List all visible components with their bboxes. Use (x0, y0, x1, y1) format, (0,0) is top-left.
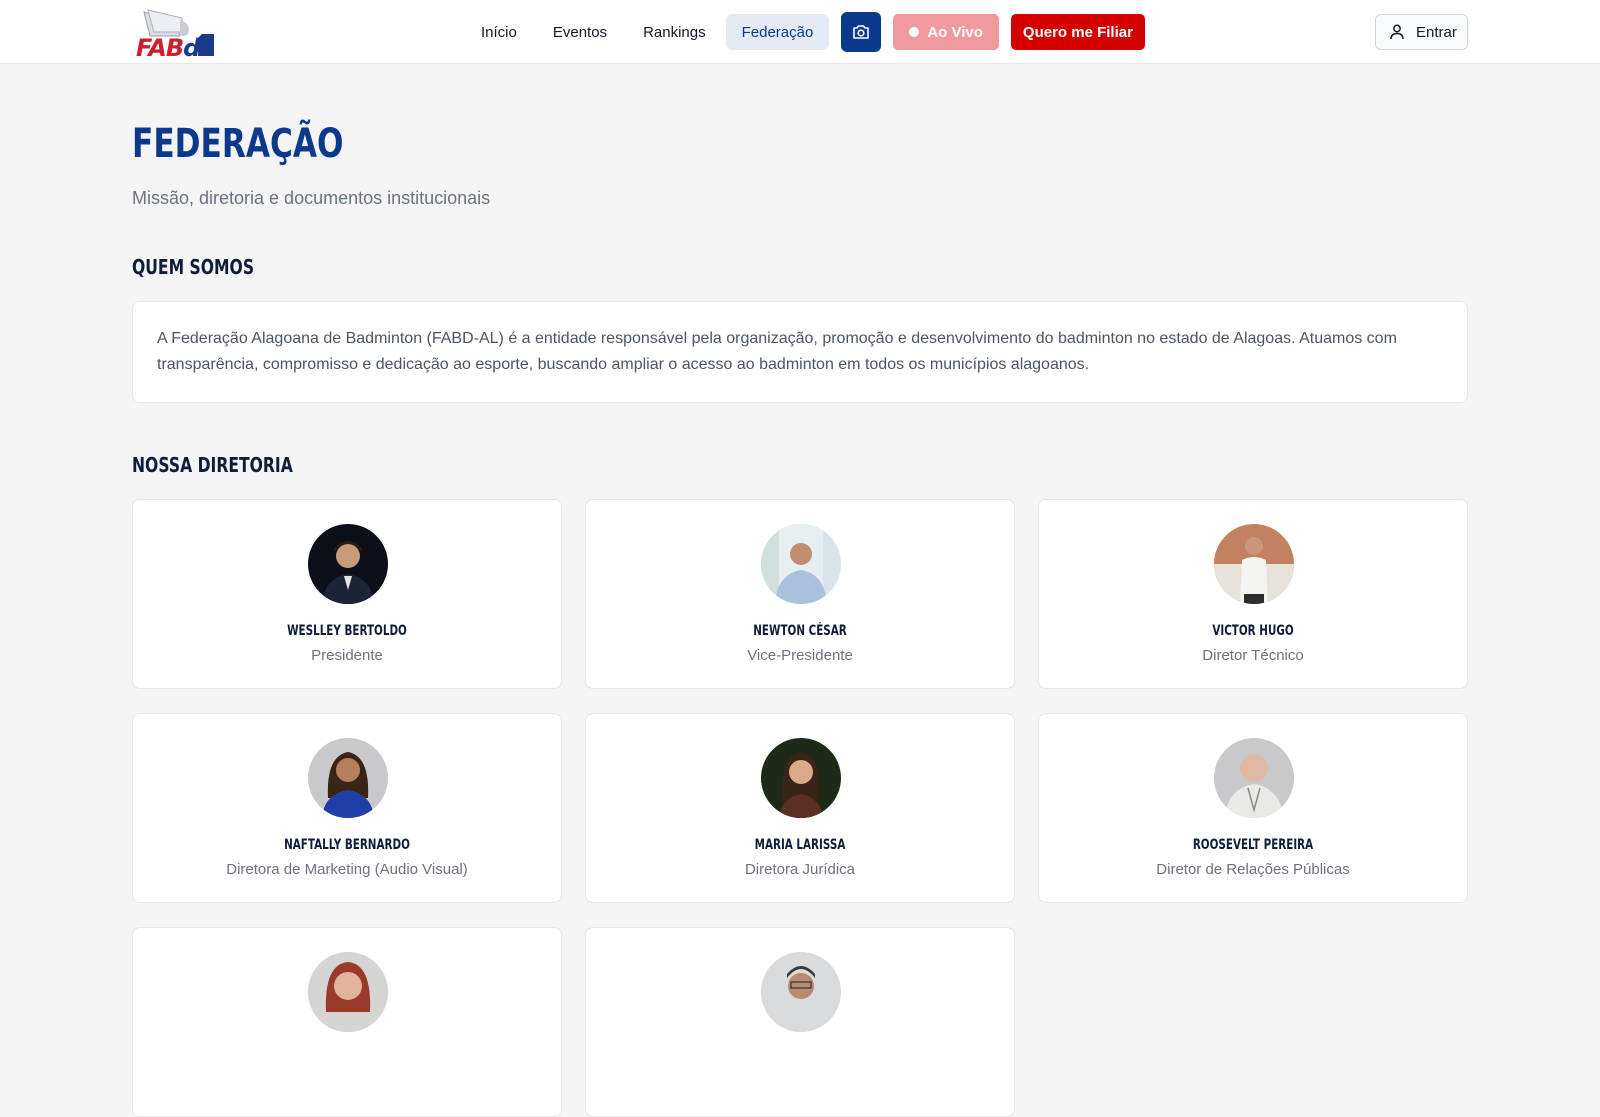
live-dot-icon (909, 27, 920, 37)
nav-inicio[interactable]: Início (465, 14, 533, 50)
live-button[interactable]: Ao Vivo (893, 14, 999, 50)
join-federation-button[interactable]: Quero me Filiar (1010, 14, 1145, 50)
avatar (1214, 738, 1294, 818)
member-role: Diretora de Marketing (Audio Visual) (226, 861, 468, 878)
member-card[interactable]: WESLLEY BERTOLDO Presidente (132, 499, 562, 689)
logo-wordmark: FABd (136, 34, 200, 62)
page-title: FEDERAÇÃO (132, 121, 344, 167)
member-card[interactable]: MARIA LARISSA Diretora Jurídica (585, 713, 1015, 903)
about-card: A Federação Alagoana de Badminton (FABD-… (132, 301, 1468, 403)
member-card[interactable]: ROOSEVELT PEREIRA Diretor de Relações Pú… (1038, 713, 1468, 903)
fabd-logo[interactable]: FABd (136, 8, 222, 60)
nav-eventos[interactable]: Eventos (537, 14, 623, 50)
member-role: Diretor de Relações Públicas (1156, 861, 1350, 878)
avatar (308, 738, 388, 818)
member-role: Presidente (311, 647, 383, 664)
login-label: Entrar (1416, 23, 1457, 41)
board-heading: NOSSA DIRETORIA (132, 453, 293, 477)
member-card[interactable]: NAFTALLY BERNARDO Diretora de Marketing … (132, 713, 562, 903)
avatar (308, 524, 388, 604)
member-name: WESLLEY BERTOLDO (287, 623, 407, 639)
member-role: Vice-Presidente (747, 647, 853, 664)
member-card[interactable]: VICTOR HUGO Diretor Técnico (1038, 499, 1468, 689)
member-card[interactable] (132, 927, 562, 1117)
member-role: Diretor Técnico (1202, 647, 1304, 664)
nav-federacao[interactable]: Federação (725, 14, 830, 50)
page-subtitle: Missão, diretoria e documentos instituci… (132, 188, 491, 208)
about-text: A Federação Alagoana de Badminton (FABD-… (157, 330, 1397, 373)
avatar (761, 738, 841, 818)
avatar (761, 524, 841, 604)
member-role: Diretora Jurídica (744, 861, 856, 878)
member-card[interactable] (585, 927, 1015, 1117)
user-icon (1390, 24, 1404, 40)
about-heading: QUEM SOMOS (132, 255, 255, 279)
top-navbar: FABd Início Eventos Rankings Federação A… (0, 0, 1600, 64)
avatar (308, 952, 388, 1032)
member-card[interactable]: NEWTON CÉSAR Vice-Presidente (585, 499, 1015, 689)
member-name: MARIA LARISSA (754, 837, 846, 853)
login-button[interactable]: Entrar (1375, 14, 1468, 50)
avatar (1214, 524, 1294, 604)
member-name: NEWTON CÉSAR (753, 623, 847, 639)
member-name: ROOSEVELT PEREIRA (1192, 837, 1314, 853)
member-name: NAFTALLY BERNARDO (284, 837, 410, 853)
live-button-label: Ao Vivo (927, 23, 983, 41)
main-nav: Início Eventos Rankings Federação Ao Viv… (465, 12, 1145, 52)
member-name: VICTOR HUGO (1212, 623, 1294, 639)
camera-button[interactable] (841, 12, 882, 52)
avatar (761, 952, 841, 1032)
camera-icon (853, 25, 870, 39)
nav-rankings[interactable]: Rankings (627, 14, 722, 50)
